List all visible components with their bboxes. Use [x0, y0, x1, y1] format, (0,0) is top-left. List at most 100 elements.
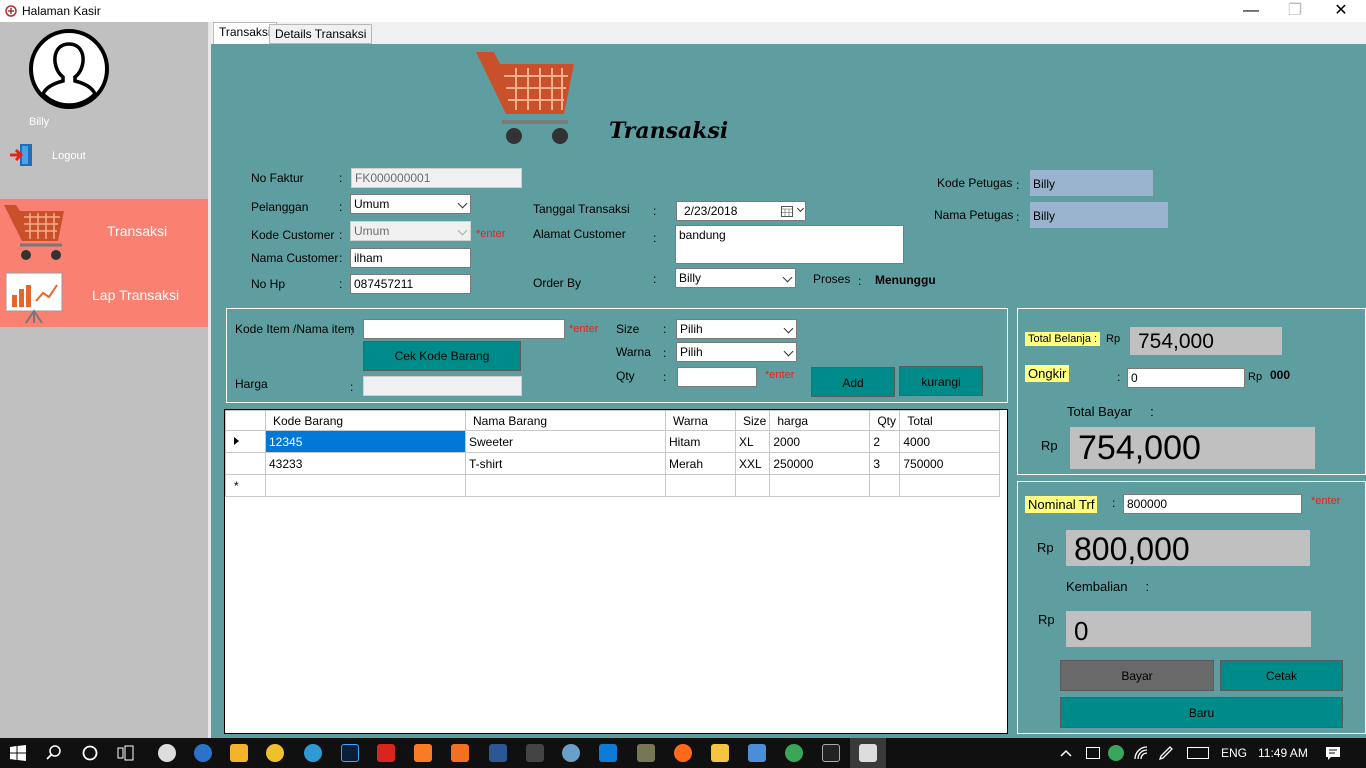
- kurangi-button[interactable]: kurangi: [899, 366, 983, 396]
- table-cell[interactable]: 2: [869, 430, 901, 453]
- table-cell[interactable]: Merah: [665, 452, 736, 475]
- kode-item-input[interactable]: [363, 319, 565, 339]
- pelanggan-select[interactable]: Umum: [350, 194, 471, 214]
- table-cell[interactable]: 12345: [265, 430, 466, 453]
- table-cell[interactable]: [265, 474, 466, 497]
- table-cell[interactable]: [869, 474, 901, 497]
- maximize-button[interactable]: ❐: [1272, 0, 1318, 22]
- baru-button[interactable]: Baru: [1060, 697, 1343, 728]
- ongkir-input[interactable]: 0: [1127, 368, 1245, 388]
- app-icon[interactable]: [637, 744, 655, 762]
- keyboard-app-icon[interactable]: [748, 744, 766, 762]
- table-cell[interactable]: 3: [869, 452, 901, 475]
- minimize-button[interactable]: —: [1228, 0, 1274, 22]
- column-header[interactable]: Size: [734, 410, 771, 431]
- app-icon[interactable]: [562, 744, 580, 762]
- windows-start-icon[interactable]: [10, 745, 26, 761]
- harga-field[interactable]: [363, 376, 522, 396]
- logout-link[interactable]: Logout: [52, 150, 86, 162]
- xampp-icon[interactable]: [414, 744, 432, 762]
- qty-input[interactable]: [677, 367, 757, 387]
- colon: :: [1117, 370, 1121, 384]
- total-belanja-display: 754,000: [1130, 327, 1282, 355]
- media-icon[interactable]: [526, 744, 544, 762]
- clock[interactable]: 11:49 AM: [1258, 746, 1308, 760]
- cek-kode-barang-button[interactable]: Cek Kode Barang: [363, 341, 521, 371]
- column-header[interactable]: Kode Barang: [265, 410, 466, 431]
- tab-details-transaksi[interactable]: Details Transaksi: [269, 24, 373, 44]
- battery-icon[interactable]: [1086, 747, 1100, 759]
- notification-icon[interactable]: [1325, 745, 1341, 761]
- table-row[interactable]: 43233 T-shirt Merah XXL 250000 3 750000: [225, 452, 1001, 475]
- nav-item-lap-transaksi[interactable]: Lap Transaksi: [0, 263, 208, 327]
- table-cell[interactable]: 2000: [769, 430, 871, 453]
- no-hp-field[interactable]: 087457211: [350, 274, 471, 294]
- terminal-icon[interactable]: [822, 744, 840, 762]
- table-cell[interactable]: 4000: [899, 430, 1001, 453]
- table-cell[interactable]: 43233: [265, 452, 466, 475]
- tab-transaksi[interactable]: Transaksi: [213, 22, 277, 44]
- table-cell[interactable]: 250000: [769, 452, 871, 475]
- proses-status: Menunggu: [875, 273, 936, 287]
- photoshop-icon[interactable]: [341, 744, 359, 762]
- table-cell[interactable]: Sweeter: [465, 430, 666, 453]
- table-cell[interactable]: 750000: [899, 452, 1001, 475]
- task-view-icon[interactable]: [117, 745, 135, 761]
- table-cell[interactable]: T-shirt: [465, 452, 666, 475]
- table-new-row[interactable]: *: [225, 474, 1001, 497]
- touch-keyboard-icon[interactable]: [1187, 747, 1209, 759]
- nominal-trf-input[interactable]: 800000: [1123, 494, 1302, 514]
- table-cell[interactable]: Hitam: [665, 430, 736, 453]
- table-cell[interactable]: XL: [734, 430, 771, 453]
- kasir-app-icon[interactable]: [859, 744, 877, 762]
- table-row[interactable]: 12345 Sweeter Hitam XL 2000 2 4000: [225, 430, 1001, 453]
- no-faktur-field[interactable]: FK000000001: [351, 168, 522, 188]
- network-app-icon[interactable]: [1108, 745, 1124, 761]
- vscode-icon[interactable]: [599, 744, 617, 762]
- rp-label: Rp: [1041, 438, 1058, 453]
- table-cell[interactable]: [899, 474, 1001, 497]
- column-header[interactable]: Qty: [869, 410, 901, 431]
- volume-app-icon[interactable]: [158, 744, 176, 762]
- acrobat-icon[interactable]: [377, 744, 395, 762]
- table-cell[interactable]: [665, 474, 736, 497]
- language-indicator[interactable]: ENG: [1221, 746, 1247, 760]
- app-icon[interactable]: [266, 744, 284, 762]
- nama-petugas-label: Nama Petugas: [934, 208, 1014, 222]
- table-cell[interactable]: XXL: [734, 452, 771, 475]
- close-button[interactable]: ✕: [1318, 0, 1364, 22]
- nav-item-transaksi[interactable]: Transaksi: [0, 199, 208, 263]
- kode-customer-select[interactable]: Umum: [350, 221, 471, 241]
- firefox-icon[interactable]: [674, 744, 692, 762]
- chrome-icon[interactable]: [785, 744, 803, 762]
- app-icon[interactable]: [451, 744, 469, 762]
- wifi-icon[interactable]: [1133, 745, 1149, 761]
- chevron-up-icon[interactable]: [1060, 747, 1072, 759]
- column-header[interactable]: Nama Barang: [465, 410, 666, 431]
- table-cell[interactable]: [465, 474, 666, 497]
- logout-icon[interactable]: [8, 142, 36, 168]
- cetak-button[interactable]: Cetak: [1220, 660, 1343, 691]
- word-icon[interactable]: [489, 744, 507, 762]
- file-explorer-icon[interactable]: [711, 744, 729, 762]
- cortana-icon[interactable]: [82, 745, 98, 761]
- edge-icon[interactable]: [304, 744, 322, 762]
- add-button[interactable]: Add: [811, 367, 895, 397]
- warna-select[interactable]: Pilih: [676, 342, 797, 362]
- app-icon[interactable]: [194, 744, 212, 762]
- table-cell[interactable]: [734, 474, 771, 497]
- column-header[interactable]: harga: [769, 410, 871, 431]
- items-table[interactable]: Kode Barang Nama Barang Warna Size harga…: [224, 409, 1008, 734]
- column-header[interactable]: Total: [899, 410, 1001, 431]
- pen-icon[interactable]: [1158, 745, 1174, 761]
- nama-customer-field[interactable]: ilham: [350, 248, 471, 268]
- table-cell[interactable]: [769, 474, 871, 497]
- alamat-textarea[interactable]: bandung: [675, 225, 904, 264]
- tanggal-datepicker[interactable]: 2/23/2018: [676, 201, 806, 221]
- store-icon[interactable]: [230, 744, 248, 762]
- size-select[interactable]: Pilih: [676, 319, 797, 339]
- search-icon[interactable]: [46, 745, 62, 761]
- order-by-select[interactable]: Billy: [675, 268, 796, 288]
- column-header[interactable]: Warna: [665, 410, 736, 431]
- bayar-button[interactable]: Bayar: [1060, 660, 1214, 691]
